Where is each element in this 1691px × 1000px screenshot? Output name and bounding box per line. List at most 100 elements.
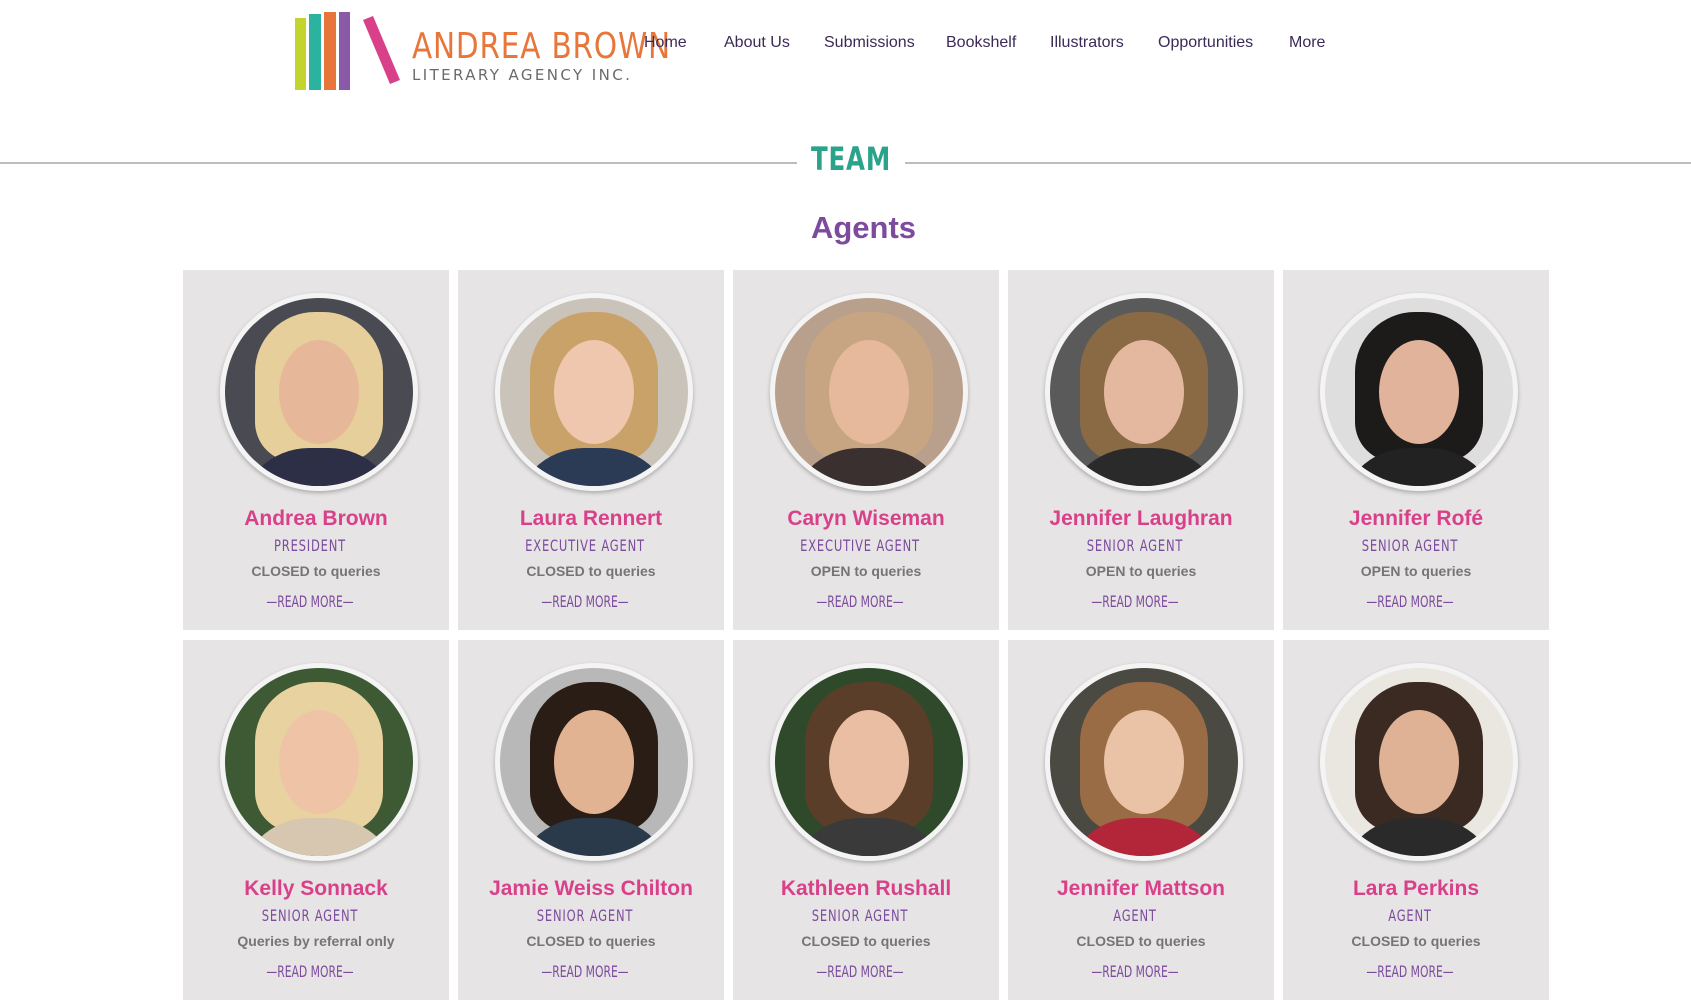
divider-right — [905, 162, 1691, 164]
agent-role: SENIOR AGENT — [811, 906, 909, 925]
portrait-face — [829, 710, 909, 814]
agent-name[interactable]: Jennifer Mattson — [1008, 877, 1274, 901]
agent-photo[interactable] — [495, 663, 693, 861]
nav-more[interactable]: More — [1289, 34, 1325, 52]
agent-role: EXECUTIVE AGENT — [800, 536, 920, 555]
agent-role: SENIOR AGENT — [536, 906, 634, 925]
agent-card[interactable]: Laura Rennert EXECUTIVE AGENT CLOSED to qu… — [458, 270, 724, 630]
portrait-shoulders — [1064, 448, 1224, 486]
agent-photo[interactable] — [1320, 293, 1518, 491]
read-more-link[interactable]: —READ MORE— — [210, 592, 410, 611]
portrait-shoulders — [1339, 448, 1499, 486]
read-more-link[interactable]: —READ MORE— — [210, 962, 410, 981]
agent-photo[interactable] — [1045, 663, 1243, 861]
team-section-header: TEAM — [0, 140, 1691, 190]
agent-portrait — [225, 298, 413, 486]
agent-card[interactable]: Jamie Weiss Chilton SENIOR AGENT CLOSED to… — [458, 640, 724, 1000]
agent-card[interactable]: Kelly Sonnack SENIOR AGENT Queries by refe… — [183, 640, 449, 1000]
portrait-shoulders — [1064, 818, 1224, 856]
agent-query-status: CLOSED to queries — [526, 933, 656, 949]
agent-name[interactable]: Jennifer Laughran — [1008, 507, 1274, 531]
agent-photo[interactable] — [220, 293, 418, 491]
read-more-link[interactable]: —READ MORE— — [1035, 592, 1235, 611]
portrait-face — [1104, 710, 1184, 814]
nav-opportunities[interactable]: Opportunities — [1158, 34, 1253, 52]
nav-illustrators[interactable]: Illustrators — [1050, 34, 1124, 52]
agent-query-status: CLOSED to queries — [1076, 933, 1206, 949]
agent-name[interactable]: Kathleen Rushall — [733, 877, 999, 901]
agent-role: AGENT — [1113, 906, 1157, 925]
agent-photo[interactable] — [770, 663, 968, 861]
agent-query-status: CLOSED to queries — [526, 563, 656, 579]
agent-name[interactable]: Lara Perkins — [1283, 877, 1549, 901]
agent-photo[interactable] — [770, 293, 968, 491]
portrait-face — [1379, 340, 1459, 444]
nav-submissions[interactable]: Submissions — [824, 34, 915, 52]
portrait-shoulders — [789, 818, 949, 856]
portrait-shoulders — [514, 818, 674, 856]
nav-about-us[interactable]: About Us — [724, 34, 790, 52]
nav-home[interactable]: Home — [644, 34, 687, 52]
nav-bookshelf[interactable]: Bookshelf — [946, 34, 1016, 52]
agent-query-status: OPEN to queries — [1085, 563, 1197, 579]
agent-card[interactable]: Jennifer Laughran SENIOR AGENT OPEN to que… — [1008, 270, 1274, 630]
agent-portrait — [775, 668, 963, 856]
agent-name[interactable]: Laura Rennert — [458, 507, 724, 531]
agent-name[interactable]: Jennifer Rofé — [1283, 507, 1549, 531]
agent-photo[interactable] — [220, 663, 418, 861]
portrait-face — [1379, 710, 1459, 814]
read-more-link[interactable]: —READ MORE— — [485, 962, 685, 981]
agent-role: PRESIDENT — [274, 536, 346, 555]
portrait-shoulders — [239, 448, 399, 486]
agent-card[interactable]: Lara Perkins AGENT CLOSED to queries —READ … — [1283, 640, 1549, 1000]
books-logo-icon — [295, 12, 400, 90]
agent-name[interactable]: Andrea Brown — [183, 507, 449, 531]
read-more-link[interactable]: —READ MORE— — [760, 962, 960, 981]
divider-left — [0, 162, 797, 164]
portrait-face — [279, 710, 359, 814]
agent-portrait — [1050, 298, 1238, 486]
read-more-link[interactable]: —READ MORE— — [760, 592, 960, 611]
agent-query-status: CLOSED to queries — [251, 563, 381, 579]
read-more-link[interactable]: —READ MORE— — [1310, 592, 1510, 611]
agents-title: Agents — [810, 210, 917, 245]
agent-photo[interactable] — [1320, 663, 1518, 861]
portrait-face — [829, 340, 909, 444]
agent-query-status: Queries by referral only — [237, 933, 395, 949]
portrait-face — [1104, 340, 1184, 444]
team-title: TEAM — [810, 140, 892, 178]
portrait-shoulders — [239, 818, 399, 856]
portrait-face — [554, 710, 634, 814]
agent-query-status: OPEN to queries — [810, 563, 922, 579]
portrait-shoulders — [514, 448, 674, 486]
read-more-link[interactable]: —READ MORE— — [1310, 962, 1510, 981]
agent-query-status: CLOSED to queries — [1351, 933, 1481, 949]
agent-portrait — [775, 298, 963, 486]
agent-portrait — [1325, 668, 1513, 856]
agent-card[interactable]: Jennifer Rofé SENIOR AGENT OPEN to queries… — [1283, 270, 1549, 630]
agent-role: EXECUTIVE AGENT — [525, 536, 645, 555]
agent-card[interactable]: Jennifer Mattson AGENT CLOSED to queries —R… — [1008, 640, 1274, 1000]
agent-card[interactable]: Kathleen Rushall SENIOR AGENT CLOSED to qu… — [733, 640, 999, 1000]
agent-role: SENIOR AGENT — [1086, 536, 1184, 555]
agent-portrait — [225, 668, 413, 856]
agent-portrait — [500, 668, 688, 856]
agent-card[interactable]: Caryn Wiseman EXECUTIVE AGENT OPEN to quer… — [733, 270, 999, 630]
logo-name: ANDREA BROWN — [412, 26, 671, 67]
agent-photo[interactable] — [495, 293, 693, 491]
agent-role: SENIOR AGENT — [261, 906, 359, 925]
agent-role: SENIOR AGENT — [1361, 536, 1459, 555]
read-more-link[interactable]: —READ MORE— — [1035, 962, 1235, 981]
site-header: ANDREA BROWN LITERARY AGENCY INC. Home A… — [0, 0, 1691, 120]
portrait-shoulders — [789, 448, 949, 486]
portrait-shoulders — [1339, 818, 1499, 856]
read-more-link[interactable]: —READ MORE— — [485, 592, 685, 611]
agent-role: AGENT — [1388, 906, 1432, 925]
agent-card[interactable]: Andrea Brown PRESIDENT CLOSED to queries —R… — [183, 270, 449, 630]
agent-name[interactable]: Caryn Wiseman — [733, 507, 999, 531]
agent-photo[interactable] — [1045, 293, 1243, 491]
agent-name[interactable]: Jamie Weiss Chilton — [458, 877, 724, 901]
agent-name[interactable]: Kelly Sonnack — [183, 877, 449, 901]
agency-logo[interactable]: ANDREA BROWN LITERARY AGENCY INC. — [295, 12, 670, 92]
portrait-face — [279, 340, 359, 444]
